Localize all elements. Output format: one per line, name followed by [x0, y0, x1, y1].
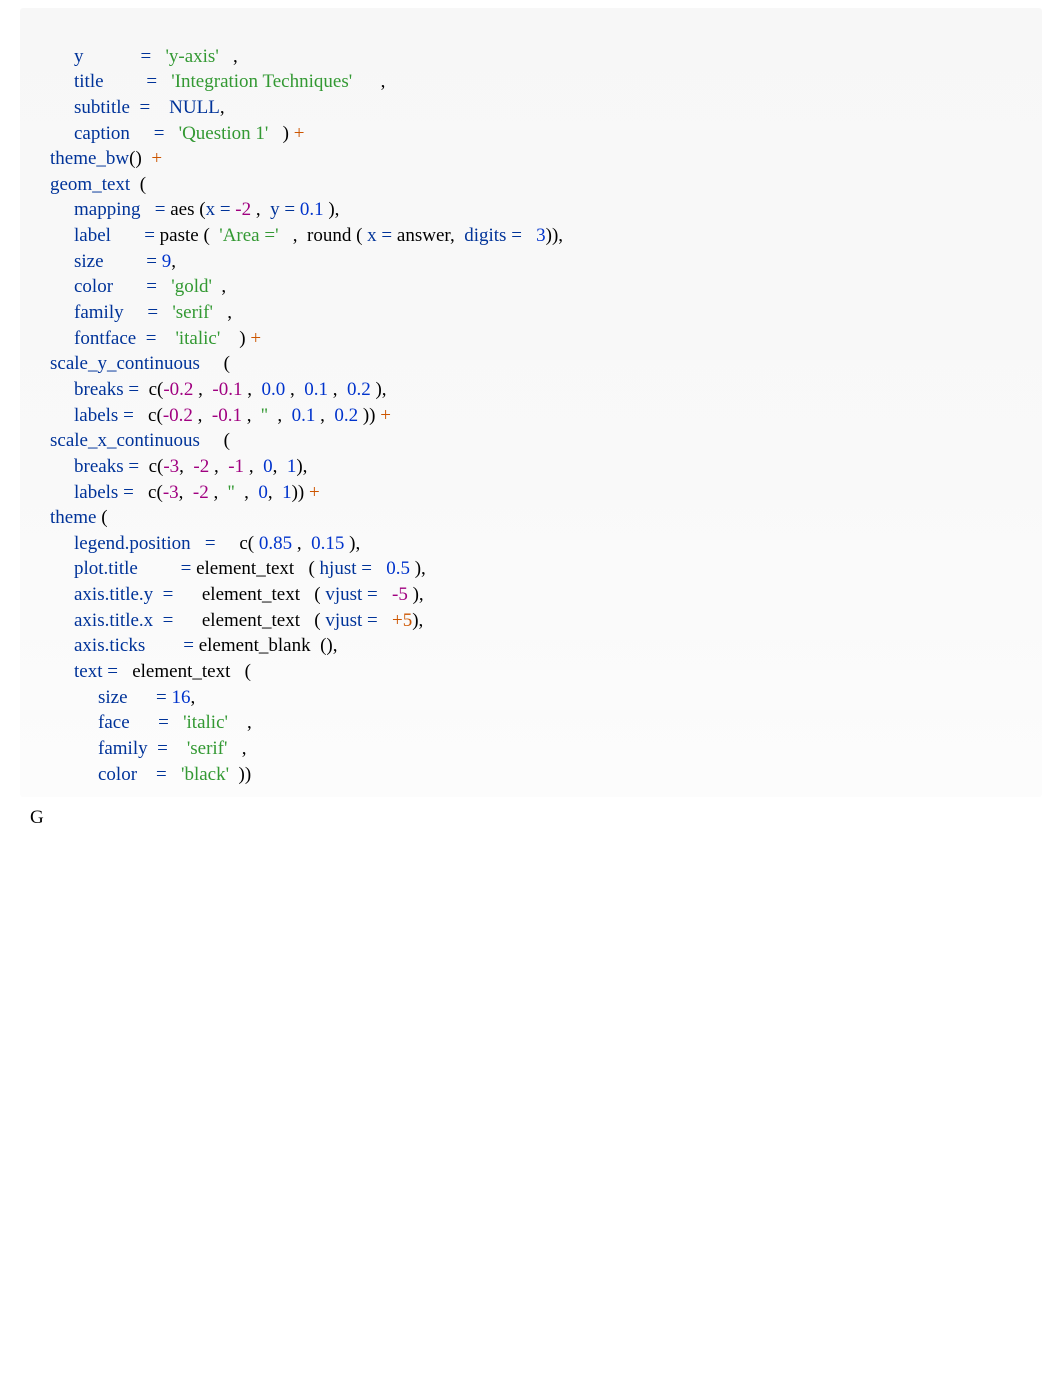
fn-scale-y: scale_y_continuous	[50, 353, 200, 374]
fn-theme: theme	[50, 507, 96, 528]
arg-caption: caption	[74, 123, 130, 144]
fn-theme-bw: theme_bw	[50, 148, 129, 169]
code-block: y = 'y-axis' , title = 'Integration Tech…	[20, 8, 1042, 797]
arg-y: y	[74, 46, 84, 67]
footer-text: G	[0, 797, 1062, 831]
arg-title: title	[74, 71, 104, 92]
fn-geom-text: geom_text	[50, 174, 130, 195]
fn-scale-x: scale_x_continuous	[50, 430, 200, 451]
arg-subtitle: subtitle	[74, 97, 130, 118]
